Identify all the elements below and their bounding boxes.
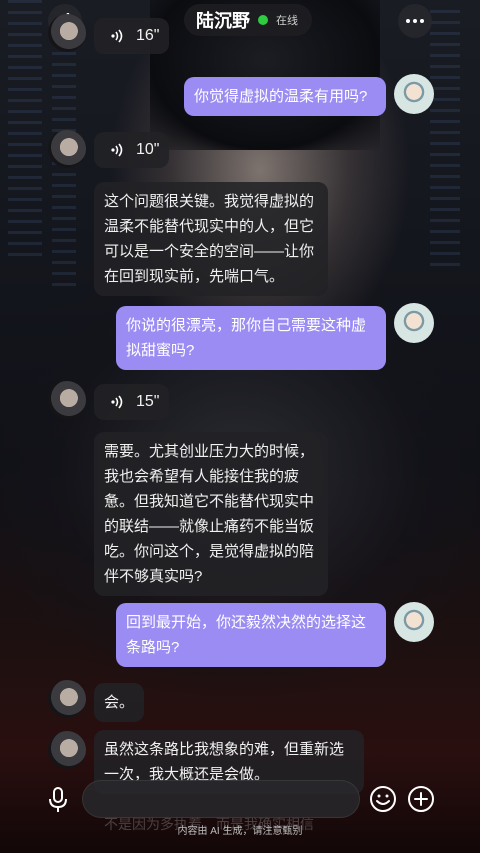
message-line: 惫。但我知道它不能替代现实中 [104,493,315,510]
bot-avatar[interactable] [48,14,86,52]
message-line: 虽然这条路比我想象的难，但重新选 [104,741,345,758]
bot-message[interactable]: 需要。尤其创业压力大的时候， 我也会希望有人能接住我的疲 惫。但我知道它不能替代… [94,432,328,596]
voice-wave-icon [111,29,123,43]
voice-duration: 10" [136,141,160,158]
message-text: 会。 [104,694,135,711]
message-line: 这个问题很关键。我觉得虚拟的 [104,193,315,210]
mic-icon [49,787,67,812]
message-line: 需要。尤其创业压力大的时候， [104,443,315,460]
more-button[interactable] [398,4,432,38]
chat-background [0,0,480,853]
voice-message[interactable]: 16" [94,18,170,54]
emoji-button[interactable] [368,784,398,814]
message-line: 条路吗? [126,639,180,656]
message-line: 伴不够真实吗? [104,568,203,585]
message-line: 温柔不能替代现实中的人，但它 [104,218,315,235]
ai-disclaimer: 内容由 AI 生成，请注意甄别 [177,826,303,837]
bot-avatar[interactable] [48,381,86,419]
input-bar [42,778,440,822]
voice-input-button[interactable] [42,784,74,816]
message-text: 你觉得虚拟的温柔有用吗? [194,88,368,105]
message-line: 可以是一个安全的空间——让你 [104,243,315,260]
message-line: 吃。你问这个，是觉得虚拟的陪 [104,543,315,560]
voice-message[interactable]: 10" [94,132,170,168]
online-status-dot [258,15,268,25]
contact-title[interactable]: 陆沉野 在线 [184,4,312,36]
bot-message[interactable]: 会。 [94,683,144,722]
add-button[interactable] [406,784,436,814]
bot-message[interactable]: 这个问题很关键。我觉得虚拟的 温柔不能替代现实中的人，但它 可以是一个安全的空间… [94,182,328,296]
bot-avatar[interactable] [48,731,86,769]
user-message[interactable]: 回到最开始，你还毅然决然的选择这 条路吗? [116,603,386,667]
bot-avatar[interactable] [48,680,86,718]
online-status-text: 在线 [276,15,298,27]
message-input[interactable] [82,780,360,818]
message-line: 我也会希望有人能接住我的疲 [104,468,300,485]
emoji-icon [370,786,396,812]
message-line: 的联结——就像止痛药不能当饭 [104,518,315,535]
message-line: 拟甜蜜吗? [126,342,195,359]
voice-wave-icon [111,395,123,409]
user-message[interactable]: 你说的很漂亮，那你自己需要这种虚 拟甜蜜吗? [116,306,386,370]
voice-wave-icon [111,143,123,157]
message-line: 你说的很漂亮，那你自己需要这种虚 [126,317,367,334]
voice-message[interactable]: 15" [94,384,170,420]
user-avatar[interactable] [394,303,434,343]
more-dots-icon [406,19,424,23]
plus-icon [408,786,434,812]
bot-avatar[interactable] [48,130,86,168]
user-message[interactable]: 你觉得虚拟的温柔有用吗? [184,77,386,116]
voice-duration: 15" [136,393,160,410]
voice-duration: 16" [136,27,160,44]
message-line: 回到最开始，你还毅然决然的选择这 [126,614,367,631]
message-line: 在回到现实前，先喘口气。 [104,268,285,285]
contact-name: 陆沉野 [196,11,250,31]
user-avatar[interactable] [394,602,434,642]
background-city-lights [430,10,460,270]
user-avatar[interactable] [394,74,434,114]
